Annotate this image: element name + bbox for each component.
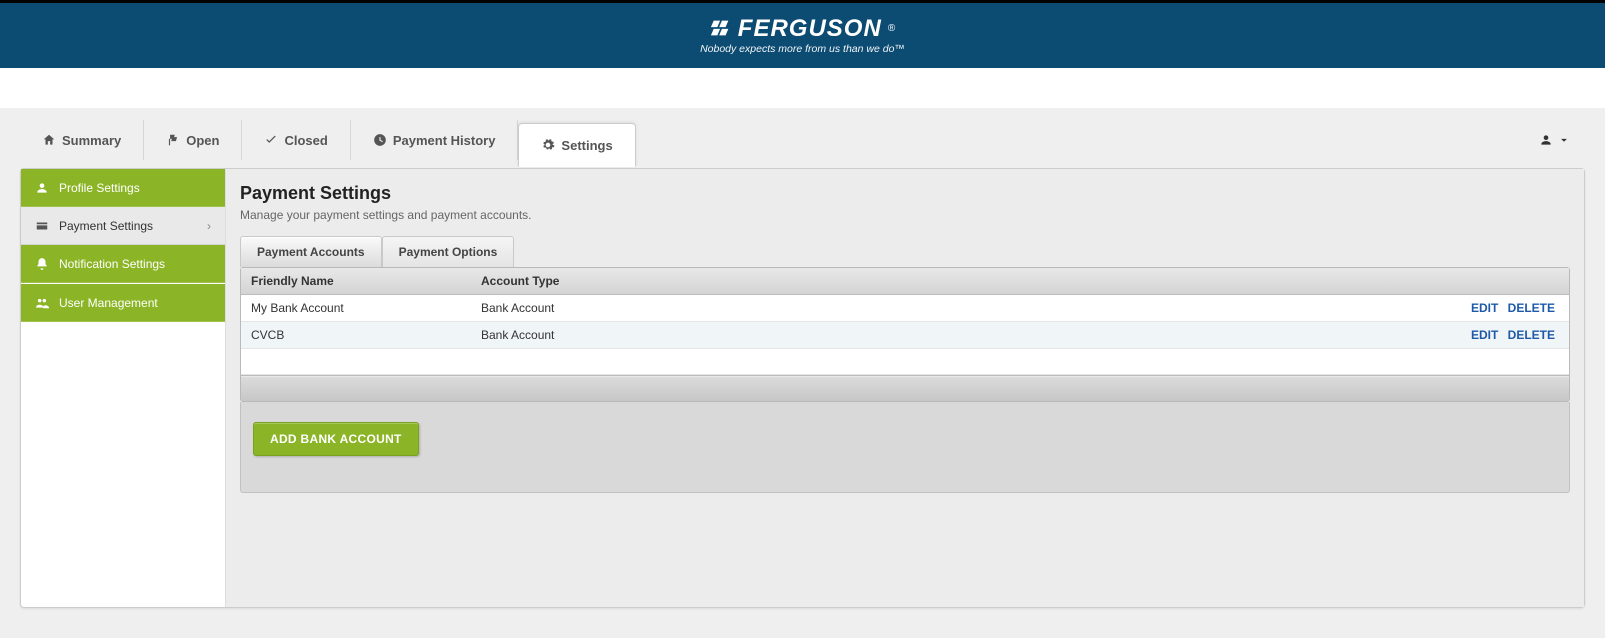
main-tabs: Summary Open Closed Payment History Sett… [0,108,1605,168]
content-container: Profile Settings › Payment Settings › No… [20,168,1585,608]
subtab-accounts-label: Payment Accounts [257,245,365,259]
add-bank-account-button[interactable]: ADD BANK ACCOUNT [253,422,419,456]
credit-card-icon [35,219,49,233]
accounts-table: Friendly Name Account Type My Bank Accou… [241,268,1569,375]
sidebar-payment-label: Payment Settings [59,219,197,233]
col-friendly-name: Friendly Name [241,268,471,295]
sidebar-item-payment-settings[interactable]: Payment Settings › [21,207,225,245]
user-icon [1539,133,1553,147]
tab-settings[interactable]: Settings [518,123,635,167]
clock-icon [373,133,387,147]
cell-account-type: Bank Account [471,322,1389,349]
subtab-payment-options[interactable]: Payment Options [382,236,515,267]
brand-tagline: Nobody expects more from us than we do™ [700,44,905,55]
col-actions [1389,268,1569,295]
main-panel: Payment Settings Manage your payment set… [225,169,1584,607]
edit-link[interactable]: EDIT [1471,328,1498,342]
home-icon [42,133,56,147]
brand-logo-icon [710,17,732,42]
subtab-bar: Payment Accounts Payment Options [240,236,1570,267]
table-footer-bar [241,375,1569,401]
tab-open-label: Open [186,133,219,148]
users-icon [35,296,49,310]
table-row: My Bank Account Bank Account EDIT DELETE [241,295,1569,322]
tab-summary-label: Summary [62,133,121,148]
page-wrap: Summary Open Closed Payment History Sett… [0,108,1605,638]
subtab-payment-accounts[interactable]: Payment Accounts [240,236,382,267]
tab-settings-label: Settings [561,138,612,153]
global-header: FERGUSON ® Nobody expects more from us t… [0,0,1605,68]
chevron-right-icon: › [207,219,211,233]
bell-icon [35,257,49,271]
cell-friendly-name: My Bank Account [241,295,471,322]
add-account-area: ADD BANK ACCOUNT [240,402,1570,493]
user-menu[interactable] [1525,120,1585,160]
tab-payment-history-label: Payment History [393,133,496,148]
accounts-table-wrap: Friendly Name Account Type My Bank Accou… [240,267,1570,402]
flag-icon [166,133,180,147]
settings-sidebar: Profile Settings › Payment Settings › No… [21,169,225,607]
cell-friendly-name: CVCB [241,322,471,349]
tab-closed[interactable]: Closed [242,120,350,160]
page-subtitle: Manage your payment settings and payment… [240,208,1570,222]
brand-registered: ® [888,24,895,35]
col-account-type: Account Type [471,268,1389,295]
sidebar-item-user-management[interactable]: User Management [21,284,225,322]
cell-account-type: Bank Account [471,295,1389,322]
sidebar-profile-label: Profile Settings [59,181,211,195]
chevron-down-icon [1557,133,1571,147]
delete-link[interactable]: DELETE [1508,301,1555,315]
delete-link[interactable]: DELETE [1508,328,1555,342]
sidebar-item-notification-settings[interactable]: Notification Settings [21,245,225,283]
tab-closed-label: Closed [284,133,327,148]
check-icon [264,133,278,147]
sidebar-usermgmt-label: User Management [59,296,211,310]
page-title: Payment Settings [240,183,1570,204]
subtab-options-label: Payment Options [399,245,498,259]
table-row: CVCB Bank Account EDIT DELETE [241,322,1569,349]
gear-icon [541,138,555,152]
user-icon [35,181,49,195]
tab-summary[interactable]: Summary [20,120,144,160]
sidebar-notification-label: Notification Settings [59,257,211,271]
brand-block: FERGUSON ® Nobody expects more from us t… [700,16,905,54]
edit-link[interactable]: EDIT [1471,301,1498,315]
tab-open[interactable]: Open [144,120,242,160]
brand-name: FERGUSON [738,16,882,41]
tab-payment-history[interactable]: Payment History [351,120,519,160]
sidebar-item-profile-settings[interactable]: Profile Settings › [21,169,225,207]
table-empty-space [241,349,1569,375]
